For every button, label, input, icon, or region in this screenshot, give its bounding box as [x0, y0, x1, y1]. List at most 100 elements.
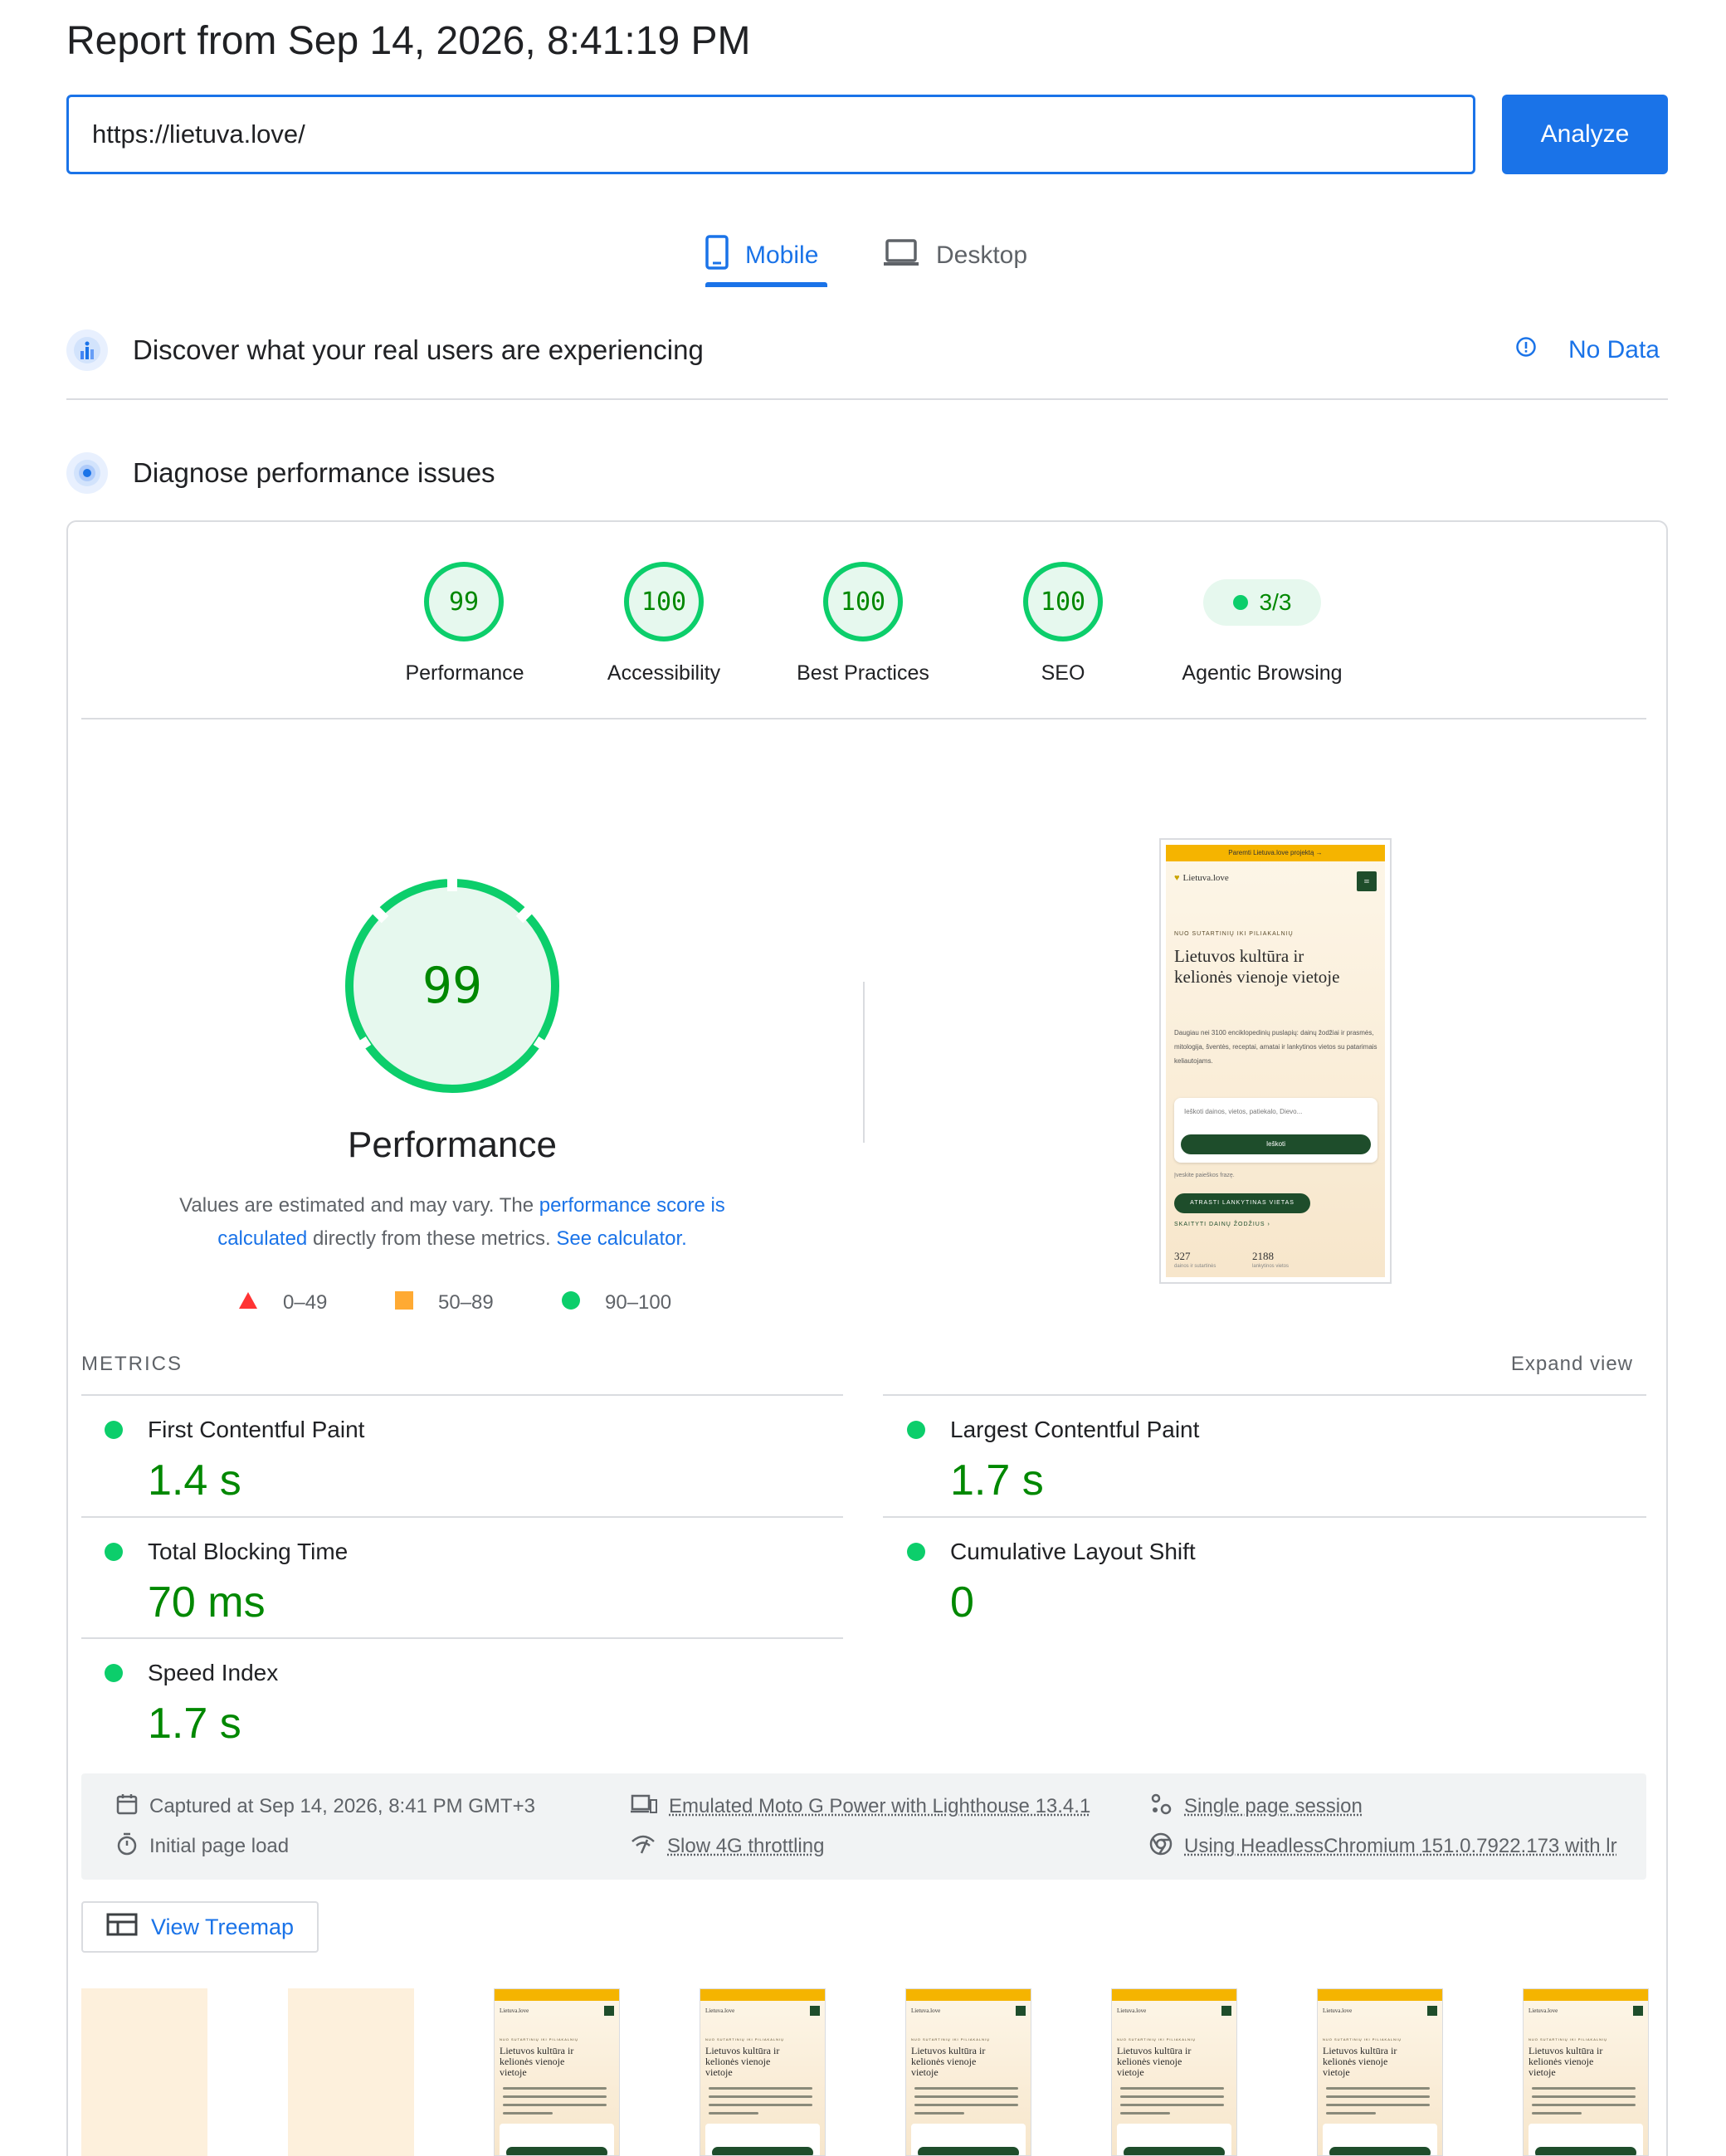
- filmstrip-frame-text-line: [914, 2104, 1018, 2106]
- performance-big-score: 99: [422, 957, 482, 1015]
- menu-icon: ≡: [1357, 871, 1377, 891]
- gauge-seo[interactable]: 100: [1023, 562, 1103, 641]
- filmstrip-frame-eyebrow: NUO SUTARTINIŲ IKI PILIAKALNIŲ: [911, 2037, 990, 2041]
- filmstrip-frame-text-line: [503, 2104, 607, 2106]
- expand-view-toggle[interactable]: Expand view: [1511, 1353, 1633, 1376]
- filmstrip-frame-banner: [1318, 1989, 1442, 2001]
- stopwatch-icon: [116, 1832, 138, 1861]
- filmstrip-frame-text-line: [1120, 2095, 1224, 2098]
- url-input[interactable]: [66, 95, 1475, 174]
- filmstrip-frame: [288, 1988, 414, 2156]
- see-calculator-link[interactable]: See calculator.: [556, 1227, 686, 1250]
- screenshot-stat1-value: 327: [1174, 1250, 1191, 1262]
- filmstrip-frame-logo: Lietuva.love: [705, 2007, 735, 2014]
- screenshot-banner: Paremti Lietuva.love projektą →: [1166, 845, 1385, 861]
- screenshot-eyebrow: NUO SUTARTINIŲ IKI PILIAKALNIŲ: [1174, 931, 1294, 937]
- signal-icon: [631, 1833, 656, 1861]
- legend-average-range: 50–89: [438, 1291, 494, 1314]
- filmstrip-frame-search-button: [1124, 2147, 1225, 2155]
- si-status-icon: [105, 1664, 123, 1682]
- performance-explanation: Values are estimated and may vary. The p…: [149, 1189, 755, 1256]
- filmstrip-frame-text-line: [1532, 2104, 1636, 2106]
- initial-page-load-text: Initial page load: [149, 1835, 290, 1857]
- vertical-divider: [863, 982, 865, 1143]
- diagnose-title: Diagnose performance issues: [133, 457, 495, 488]
- screenshot-stat1-label: dainos ir sutartinės: [1174, 1264, 1216, 1269]
- filmstrip-frame-menu-icon: [1221, 2006, 1231, 2016]
- heart-logo-icon: ♥: [1174, 873, 1180, 883]
- filmstrip-frame-eyebrow: NUO SUTARTINIŲ IKI PILIAKALNIŲ: [1323, 2037, 1402, 2041]
- tab-desktop[interactable]: Desktop: [883, 222, 1027, 289]
- filmstrip-frame-logo: Lietuva.love: [1529, 2007, 1558, 2014]
- view-treemap-button[interactable]: View Treemap: [81, 1901, 319, 1953]
- filmstrip-frame-logo: Lietuva.love: [500, 2007, 529, 2014]
- filmstrip-frame-text-line: [1326, 2112, 1376, 2115]
- filmstrip-frame-text-line: [503, 2095, 607, 2098]
- explain-text-1: Values are estimated and may vary. The: [179, 1194, 539, 1217]
- browser-version[interactable]: Using HeadlessChromium 151.0.7922.173 wi…: [1149, 1830, 1647, 1863]
- captured-at-text: Captured at Sep 14, 2026, 8:41 PM GMT+3: [149, 1795, 535, 1817]
- filmstrip-frame-heading: Lietuvos kultūra ir kelionės vienoje vie…: [1323, 2045, 1397, 2078]
- filmstrip-frame-text-line: [914, 2095, 1018, 2098]
- session-type[interactable]: Single page session: [1149, 1790, 1363, 1823]
- circle-icon: [562, 1290, 580, 1315]
- filmstrip-frame-logo: Lietuva.love: [911, 2007, 941, 2014]
- legend-fail: 0–49: [238, 1286, 327, 1319]
- square-icon: [395, 1290, 413, 1315]
- users-chart-icon: [66, 329, 108, 371]
- phone-icon: [705, 235, 729, 276]
- screenshot-search-placeholder: Ieškoti dainos, vietos, patiekalo, Dievo…: [1184, 1108, 1303, 1115]
- no-data-label: No Data: [1568, 336, 1660, 363]
- filmstrip-frame-text-line: [1326, 2087, 1430, 2090]
- filmstrip-frame-text-line: [1120, 2112, 1170, 2115]
- tbt-status-icon: [105, 1543, 123, 1561]
- filmstrip-frame-banner: [1524, 1989, 1648, 2001]
- screenshot-search-card: Ieškoti dainos, vietos, patiekalo, Dievo…: [1174, 1098, 1377, 1163]
- cls-status-icon: [907, 1543, 925, 1561]
- network-throttling[interactable]: Slow 4G throttling: [631, 1830, 824, 1863]
- emulated-device[interactable]: Emulated Moto G Power with Lighthouse 13…: [631, 1790, 1090, 1823]
- screenshot-body: Daugiau nei 3100 enciklopedinių puslapių…: [1174, 1029, 1377, 1065]
- fcp-name: First Contentful Paint: [148, 1417, 365, 1442]
- screenshot-logo: ♥ Lietuva.love: [1174, 873, 1229, 883]
- metric-divider: [883, 1394, 1646, 1396]
- filmstrip-frame: Lietuva.love NUO SUTARTINIŲ IKI PILIAKALN…: [700, 1988, 826, 2156]
- filmstrip-frame-heading: Lietuvos kultūra ir kelionės vienoje vie…: [1117, 2045, 1192, 2078]
- filmstrip-frame-text-line: [1120, 2104, 1224, 2106]
- agentic-browsing-badge[interactable]: 3/3: [1203, 579, 1321, 626]
- session-icon: [1149, 1793, 1173, 1822]
- tab-mobile[interactable]: Mobile: [705, 222, 818, 289]
- gauge-accessibility[interactable]: 100: [624, 562, 704, 641]
- legend-pass-range: 90–100: [605, 1291, 672, 1314]
- filmstrip-frame-search-card: [1323, 2124, 1437, 2155]
- section-divider: [66, 398, 1668, 400]
- filmstrip-frame-menu-icon: [1633, 2006, 1643, 2016]
- screenshot-link: SKAITYTI DAINŲ ŽODŽIUS ›: [1174, 1222, 1270, 1227]
- filmstrip-frame-menu-icon: [604, 2006, 614, 2016]
- si-name: Speed Index: [148, 1660, 279, 1685]
- gauge-performance[interactable]: 99: [424, 562, 504, 641]
- filmstrip-frame-text-line: [709, 2104, 812, 2106]
- info-icon: [1515, 336, 1537, 364]
- metric-divider: [81, 1394, 843, 1396]
- filmstrip-frame-banner: [495, 1989, 619, 2001]
- gauge-best-practices[interactable]: 100: [823, 562, 903, 641]
- screenshot-logo-text: Lietuva.love: [1182, 873, 1229, 883]
- filmstrip-frame: Lietuva.love NUO SUTARTINIŲ IKI PILIAKALN…: [1523, 1988, 1649, 2156]
- gauge-seo-score: 100: [1023, 562, 1103, 641]
- filmstrip-frame-heading: Lietuvos kultūra ir kelionės vienoje vie…: [1529, 2045, 1603, 2078]
- filmstrip-frame-eyebrow: NUO SUTARTINIŲ IKI PILIAKALNIŲ: [500, 2037, 578, 2041]
- performance-big-label: Performance: [348, 1124, 557, 1165]
- browser-version-text: Using HeadlessChromium 151.0.7922.173 wi…: [1184, 1835, 1617, 1857]
- filmstrip-frame-text-line: [709, 2112, 758, 2115]
- filmstrip-frame: [81, 1988, 207, 2156]
- final-screenshot[interactable]: Paremti Lietuva.love projektą → ♥ Lietuv…: [1159, 838, 1392, 1284]
- analyze-button[interactable]: Analyze: [1502, 95, 1668, 174]
- treemap-icon: [106, 1913, 138, 1942]
- legend-average: 50–89: [395, 1286, 494, 1319]
- metric-divider: [883, 1516, 1646, 1518]
- emulated-device-text: Emulated Moto G Power with Lighthouse 13…: [669, 1795, 1091, 1817]
- no-data-link[interactable]: No Data: [1515, 325, 1660, 375]
- captured-at: Captured at Sep 14, 2026, 8:41 PM GMT+3: [116, 1790, 535, 1823]
- filmstrip-frame-text-line: [1532, 2095, 1636, 2098]
